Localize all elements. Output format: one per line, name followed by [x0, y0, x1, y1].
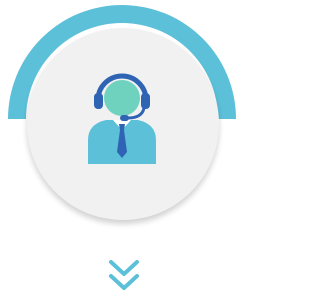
support-hero: [0, 0, 244, 297]
customer-service-agent-icon: [88, 73, 156, 164]
headset-left-cup: [94, 93, 103, 109]
double-chevron-down-icon[interactable]: [108, 259, 140, 293]
agent-face: [104, 80, 140, 116]
headset-right-cup: [141, 93, 150, 109]
